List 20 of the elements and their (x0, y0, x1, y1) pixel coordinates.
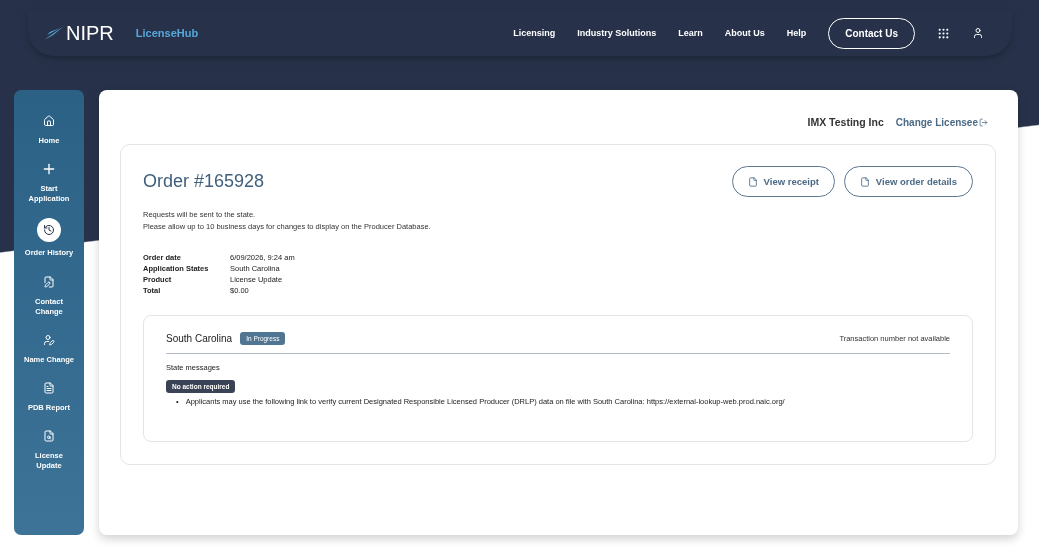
order-title: Order #165928 (143, 171, 265, 192)
state-name: South Carolina (166, 333, 233, 344)
nav-link[interactable]: Learn (678, 28, 703, 38)
view-button[interactable]: View receipt (731, 166, 835, 197)
product-name: LicenseHub (135, 27, 199, 39)
history-icon (37, 218, 61, 243)
nav-link[interactable]: About Us (724, 28, 765, 38)
nipr-logo[interactable]: NIPR (44, 21, 114, 45)
logout-icon (979, 117, 988, 127)
nav-link[interactable]: Licensing (513, 28, 556, 38)
apps-grid-icon[interactable] (937, 26, 950, 40)
document-icon (859, 176, 870, 187)
user-icon[interactable] (972, 27, 984, 39)
document-icon (747, 176, 758, 187)
view-button[interactable]: View order details (843, 166, 973, 197)
change-licensee-link[interactable]: Change Licensee (895, 116, 988, 128)
bird-icon (44, 26, 64, 40)
nav-link[interactable]: Industry Solutions (577, 28, 657, 38)
licensee-name: IMX Testing Inc (807, 116, 884, 128)
nav-link[interactable]: Help (786, 28, 807, 38)
